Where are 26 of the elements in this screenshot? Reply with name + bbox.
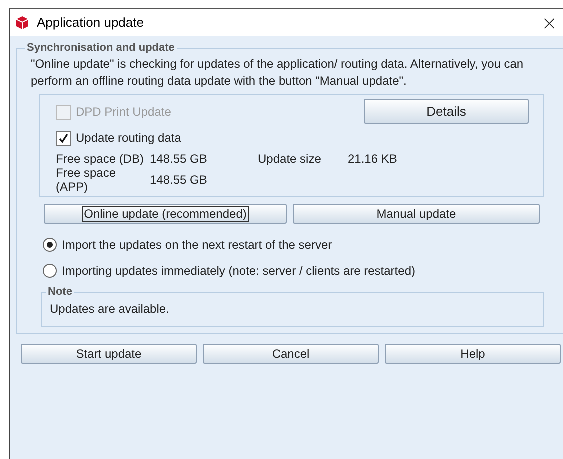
cube-icon <box>16 16 29 30</box>
group-title: Synchronisation and update <box>26 42 176 54</box>
note-title: Note <box>47 286 74 298</box>
radio-button[interactable] <box>43 238 57 252</box>
info-value: 148.55 GB <box>150 152 208 166</box>
dialog-button[interactable]: Help <box>385 344 561 364</box>
close-button[interactable]: × <box>537 12 562 32</box>
radio-label: Importing updates immediately (note: server / clients are restarted) <box>62 264 416 278</box>
checkbox[interactable] <box>56 130 71 146</box>
description-text: "Online update" is checking for updates of the application/ routing data. Alternatively, you can perform an offline routing data update with the button "Manual update". <box>31 56 525 90</box>
details-button[interactable]: Details <box>364 99 529 124</box>
checkbox-label: DPD Print Update <box>76 105 172 119</box>
radio-label: Import the updates on the next restart of the server <box>62 238 332 252</box>
update-button[interactable]: Online update (recommended) <box>44 204 287 224</box>
update-button[interactable]: Manual update <box>293 204 540 224</box>
checkbox-label: Update routing data <box>76 131 182 145</box>
info-value: 148.55 GB <box>150 172 208 186</box>
info-label: Update size <box>258 152 322 166</box>
dialog-button[interactable]: Start update <box>21 344 197 364</box>
radio-button[interactable] <box>43 264 57 278</box>
dialog-button[interactable]: Cancel <box>203 344 379 364</box>
note-text: Updates are available. <box>50 302 170 316</box>
info-label: Free space (APP) <box>56 166 118 194</box>
info-label: Free space (DB) <box>56 152 146 166</box>
info-value: 21.16 KB <box>348 152 398 166</box>
window-title: Application update <box>37 15 144 30</box>
